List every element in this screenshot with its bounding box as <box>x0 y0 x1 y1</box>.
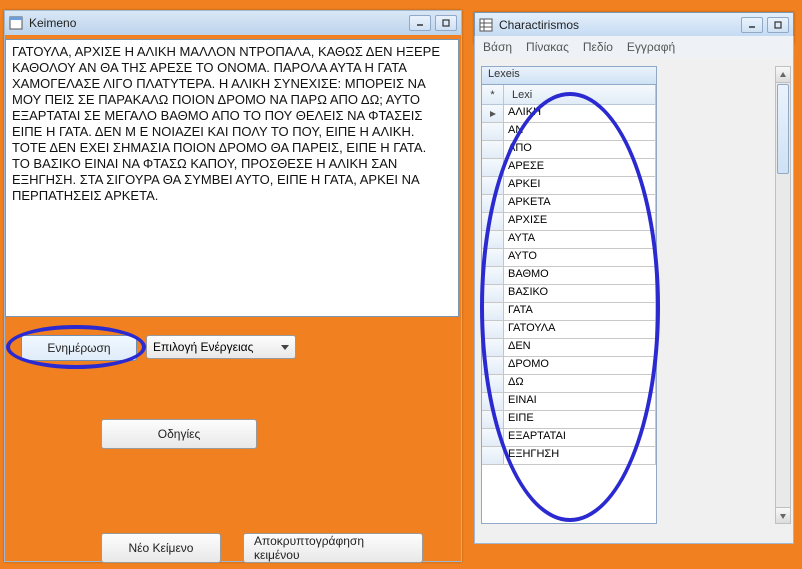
cell-lexi[interactable]: ΕΙΝΑΙ <box>504 393 656 410</box>
table-row[interactable]: ΑΝ <box>482 123 656 141</box>
datasheet-icon <box>479 18 493 32</box>
table-row[interactable]: ΓΑΤΟΥΛΑ <box>482 321 656 339</box>
row-selector[interactable] <box>482 303 504 320</box>
cell-lexi[interactable]: ΑΥΤΑ <box>504 231 656 248</box>
cell-lexi[interactable]: ΑΛΙΚΗ <box>504 105 656 122</box>
table-row[interactable]: ΔΕΝ <box>482 339 656 357</box>
lexeis-subwindow: Lexeis * Lexi ΑΛΙΚΗΑΝΑΠΟΑΡΕΣΕΑΡΚΕΙΑΡΚΕΤΑ… <box>481 66 657 524</box>
table-row[interactable]: ΔΡΟΜΟ <box>482 357 656 375</box>
row-selector[interactable] <box>482 375 504 392</box>
cell-lexi[interactable]: ΒΑΘΜΟ <box>504 267 656 284</box>
maximize-button[interactable] <box>767 17 789 33</box>
main-textarea[interactable]: ΓΑΤΟΥΛΑ, ΑΡΧΙΣΕ Η ΑΛΙΚΗ ΜΑΛΛΟΝ ΝΤΡΟΠΑΛΑ,… <box>5 39 459 317</box>
row-selector[interactable] <box>482 105 504 122</box>
newrow-marker: * <box>482 85 504 104</box>
cell-lexi[interactable]: ΕΞΑΡΤΑΤΑΙ <box>504 429 656 446</box>
cell-lexi[interactable]: ΔΩ <box>504 375 656 392</box>
action-combobox[interactable]: Επιλογή Ενέργειας <box>146 335 296 359</box>
table-row[interactable]: ΑΠΟ <box>482 141 656 159</box>
row-selector[interactable] <box>482 249 504 266</box>
keimeno-window: Keimeno ΓΑΤΟΥΛΑ, ΑΡΧΙΣΕ Η ΑΛΙΚΗ ΜΑΛΛΟΝ Ν… <box>4 10 462 562</box>
cell-lexi[interactable]: ΔΡΟΜΟ <box>504 357 656 374</box>
cell-lexi[interactable]: ΓΑΤΑ <box>504 303 656 320</box>
menu-pedio[interactable]: Πεδίο <box>583 40 613 54</box>
row-selector[interactable] <box>482 357 504 374</box>
table-row[interactable]: ΑΡΚΕΤΑ <box>482 195 656 213</box>
row-selector[interactable] <box>482 141 504 158</box>
table-row[interactable]: ΑΥΤΟ <box>482 249 656 267</box>
scrollbar-thumb[interactable] <box>777 84 789 174</box>
combo-label: Επιλογή Ενέργειας <box>153 340 253 354</box>
menu-basi[interactable]: Βάση <box>483 40 512 54</box>
table-row[interactable]: ΕΞΗΓΗΣΗ <box>482 447 656 465</box>
enimerosi-button[interactable]: Ενημέρωση <box>21 335 137 361</box>
row-selector[interactable] <box>482 267 504 284</box>
cell-lexi[interactable]: ΑΥΤΟ <box>504 249 656 266</box>
odigies-button[interactable]: Οδηγίες <box>101 419 257 449</box>
keimeno-title: Keimeno <box>29 16 409 30</box>
cell-lexi[interactable]: ΑΡΚΕΙ <box>504 177 656 194</box>
scroll-up-arrow-icon[interactable] <box>776 67 790 83</box>
table-row[interactable]: ΓΑΤΑ <box>482 303 656 321</box>
row-selector[interactable] <box>482 447 504 464</box>
row-selector[interactable] <box>482 321 504 338</box>
charactirismos-title: Charactirismos <box>499 18 741 32</box>
cell-lexi[interactable]: ΕΞΗΓΗΣΗ <box>504 447 656 464</box>
cell-lexi[interactable]: ΒΑΣΙΚΟ <box>504 285 656 302</box>
table-row[interactable]: ΒΑΣΙΚΟ <box>482 285 656 303</box>
lexeis-grid[interactable]: * Lexi ΑΛΙΚΗΑΝΑΠΟΑΡΕΣΕΑΡΚΕΙΑΡΚΕΤΑΑΡΧΙΣΕΑ… <box>482 85 656 523</box>
cell-lexi[interactable]: ΑΝ <box>504 123 656 140</box>
row-selector[interactable] <box>482 339 504 356</box>
apokryptografisi-button[interactable]: Αποκρυπτογράφηση κειμένου <box>243 533 423 563</box>
chevron-down-icon <box>281 340 289 354</box>
cell-lexi[interactable]: ΑΡΚΕΤΑ <box>504 195 656 212</box>
vertical-scrollbar[interactable] <box>775 66 791 524</box>
table-row[interactable]: ΑΛΙΚΗ <box>482 105 656 123</box>
row-selector[interactable] <box>482 285 504 302</box>
table-row[interactable]: ΕΙΠΕ <box>482 411 656 429</box>
cell-lexi[interactable]: ΔΕΝ <box>504 339 656 356</box>
table-row[interactable]: ΑΡΕΣΕ <box>482 159 656 177</box>
row-selector[interactable] <box>482 429 504 446</box>
neo-keimeno-button[interactable]: Νέο Κείμενο <box>101 533 221 563</box>
row-selector[interactable] <box>482 195 504 212</box>
maximize-button[interactable] <box>435 15 457 31</box>
cell-lexi[interactable]: ΑΡΕΣΕ <box>504 159 656 176</box>
minimize-button[interactable] <box>409 15 431 31</box>
menu-pinakas[interactable]: Πίνακας <box>526 40 569 54</box>
row-selector[interactable] <box>482 123 504 140</box>
keimeno-titlebar[interactable]: Keimeno <box>5 11 461 35</box>
row-selector[interactable] <box>482 231 504 248</box>
table-row[interactable]: ΒΑΘΜΟ <box>482 267 656 285</box>
minimize-button[interactable] <box>741 17 763 33</box>
table-row[interactable]: ΑΡΚΕΙ <box>482 177 656 195</box>
row-selector[interactable] <box>482 177 504 194</box>
table-row[interactable]: ΑΥΤΑ <box>482 231 656 249</box>
cell-lexi[interactable]: ΑΡΧΙΣΕ <box>504 213 656 230</box>
cell-lexi[interactable]: ΑΠΟ <box>504 141 656 158</box>
cell-lexi[interactable]: ΓΑΤΟΥΛΑ <box>504 321 656 338</box>
row-selector[interactable] <box>482 393 504 410</box>
row-selector[interactable] <box>482 213 504 230</box>
lexeis-subtitle: Lexeis <box>482 67 656 85</box>
charactirismos-body: Βάση Πίνακας Πεδίο Εγγραφή Lexeis * Lexi… <box>474 36 794 544</box>
table-row[interactable]: ΕΙΝΑΙ <box>482 393 656 411</box>
row-selector[interactable] <box>482 159 504 176</box>
charactirismos-titlebar[interactable]: Charactirismos <box>475 13 793 37</box>
column-header-lexi[interactable]: Lexi <box>504 85 656 104</box>
row-selector[interactable] <box>482 411 504 428</box>
table-row[interactable]: ΑΡΧΙΣΕ <box>482 213 656 231</box>
menu-eggrafi[interactable]: Εγγραφή <box>627 40 675 54</box>
cell-lexi[interactable]: ΕΙΠΕ <box>504 411 656 428</box>
scroll-down-arrow-icon[interactable] <box>776 507 790 523</box>
table-row[interactable]: ΕΞΑΡΤΑΤΑΙ <box>482 429 656 447</box>
form-icon <box>9 16 23 30</box>
table-row[interactable]: ΔΩ <box>482 375 656 393</box>
menubar: Βάση Πίνακας Πεδίο Εγγραφή <box>475 36 793 58</box>
